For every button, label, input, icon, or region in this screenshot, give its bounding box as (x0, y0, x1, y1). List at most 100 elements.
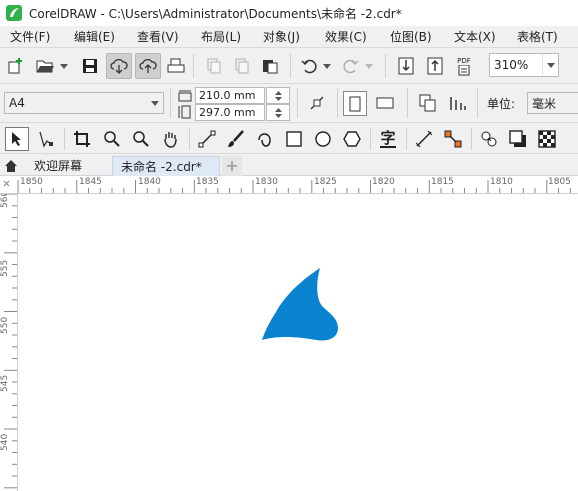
home-button[interactable] (2, 156, 20, 174)
magnifier-icon (133, 131, 149, 147)
artistic-media-tool-button[interactable] (224, 127, 248, 151)
shape-tool-button[interactable] (34, 127, 58, 151)
document-tab-bar: 欢迎屏幕 未命名 -2.cdr* (0, 154, 578, 176)
pointer-arrow-icon (12, 132, 21, 146)
tab-document[interactable]: 未命名 -2.cdr* (112, 156, 220, 176)
page-orientation-options-button[interactable] (305, 92, 329, 114)
new-tab-button[interactable] (222, 156, 242, 176)
chevron-down-icon (546, 62, 555, 68)
pan-tool-button[interactable] (158, 127, 182, 151)
publish-pdf-button[interactable]: PDF (453, 55, 475, 77)
ruler-h-label: 1810 (490, 177, 513, 187)
copy-icon (235, 58, 249, 74)
zoom-out-tool-button[interactable] (129, 127, 153, 151)
chevron-down-icon (60, 63, 68, 69)
rectangle-tool-button[interactable] (282, 127, 306, 151)
bezier-tool-button[interactable] (253, 127, 277, 151)
paste-button[interactable] (259, 55, 281, 77)
print-button[interactable] (165, 55, 187, 77)
transparency-tool-button[interactable] (535, 127, 559, 151)
redo-button[interactable] (340, 55, 362, 77)
ruler-h-label: 1840 (138, 177, 161, 187)
drop-shadow-tool-button[interactable] (506, 127, 530, 151)
vertical-ruler[interactable]: 560 555 550 545 540 (0, 194, 18, 491)
standard-toolbar: PDF 310% (0, 48, 578, 84)
connector-icon (444, 130, 462, 148)
ellipse-tool-button[interactable] (311, 127, 335, 151)
zoom-level-combo[interactable]: 310% (489, 53, 559, 77)
blue-shape[interactable] (262, 268, 338, 341)
units-value: 毫米 (532, 96, 557, 111)
copy-button[interactable] (231, 55, 253, 77)
import-button[interactable] (395, 55, 417, 77)
spin-down-icon (274, 113, 282, 118)
dimension-tool-button[interactable] (412, 127, 436, 151)
cut-button[interactable] (203, 55, 225, 77)
ruler-v-label: 555 (0, 259, 10, 277)
undo-button[interactable] (298, 55, 320, 77)
page-width-spinner[interactable] (266, 87, 290, 104)
cloud-upload-icon (139, 58, 157, 73)
menu-text[interactable]: 文本(X) (454, 26, 496, 48)
menu-edit[interactable]: 编辑(E) (74, 26, 115, 48)
menu-file[interactable]: 文件(F) (10, 26, 50, 48)
ruler-h-label: 1805 (548, 177, 571, 187)
redo-dropdown-arrow[interactable] (363, 59, 375, 73)
text-tool-button[interactable]: 字 (376, 127, 400, 151)
page-height-spinner[interactable] (266, 104, 290, 121)
crop-icon (74, 131, 90, 147)
menu-bar: 文件(F) 编辑(E) 查看(V) 布局(L) 对象(J) 效果(C) 位图(B… (0, 26, 578, 48)
cloud-download-button[interactable] (106, 53, 132, 79)
menu-layout[interactable]: 布局(L) (201, 26, 241, 48)
page-size-dropdown-arrow[interactable] (147, 93, 163, 113)
zoom-magnifier-icon (104, 131, 120, 147)
menu-view[interactable]: 查看(V) (137, 26, 179, 48)
menu-bitmaps[interactable]: 位图(B) (390, 26, 432, 48)
chevron-down-icon (323, 63, 331, 69)
cloud-upload-button[interactable] (135, 53, 161, 79)
connector-tool-button[interactable] (441, 127, 465, 151)
menu-table[interactable]: 表格(T) (517, 26, 558, 48)
menu-object[interactable]: 对象(J) (263, 26, 300, 48)
cloud-download-icon (110, 58, 128, 74)
polygon-icon (343, 131, 361, 147)
toolbox: 字 (0, 123, 578, 154)
landscape-button[interactable] (372, 92, 398, 114)
units-label: 单位: (487, 97, 516, 111)
print-icon (167, 58, 185, 73)
open-dropdown-arrow[interactable] (58, 59, 70, 73)
crop-tool-button[interactable] (70, 127, 94, 151)
bleed-settings-button[interactable] (446, 92, 470, 114)
spin-up-icon (274, 90, 282, 95)
coreldraw-logo-icon (6, 5, 22, 21)
horizontal-ruler[interactable]: 1850 1845 1840 1835 1830 1825 1820 1815 … (0, 176, 578, 194)
brush-icon (228, 130, 244, 147)
drawing-canvas[interactable] (18, 194, 578, 491)
blend-tool-button[interactable] (477, 127, 501, 151)
portrait-button[interactable] (343, 91, 367, 116)
ellipse-icon (315, 131, 331, 147)
landscape-page-icon (376, 97, 394, 109)
ruler-h-label: 1845 (79, 177, 102, 187)
open-button[interactable] (34, 55, 56, 77)
export-button[interactable] (424, 55, 446, 77)
freehand-tool-button[interactable] (195, 127, 219, 151)
ruler-h-label: 1850 (20, 177, 43, 187)
zoom-tool-button[interactable] (100, 127, 124, 151)
page-size-combo[interactable]: A4 (4, 92, 164, 114)
units-combo[interactable]: 毫米 (527, 92, 578, 114)
menu-effects[interactable]: 效果(C) (325, 26, 367, 48)
tab-welcome-screen[interactable]: 欢迎屏幕 (26, 156, 90, 176)
zoom-dropdown-arrow[interactable] (542, 54, 558, 76)
undo-dropdown-arrow[interactable] (321, 59, 333, 73)
new-document-button[interactable] (5, 55, 27, 77)
all-pages-button[interactable] (416, 92, 440, 114)
page-height-input[interactable]: 297.0 mm (195, 104, 265, 121)
pick-tool-button[interactable] (5, 127, 29, 151)
zoom-level-value: 310% (494, 58, 529, 72)
page-width-input[interactable]: 210.0 mm (195, 87, 265, 104)
polygon-tool-button[interactable] (340, 127, 364, 151)
save-button[interactable] (79, 55, 101, 77)
ruler-h-label: 1820 (372, 177, 395, 187)
shape-node-icon (39, 131, 53, 148)
